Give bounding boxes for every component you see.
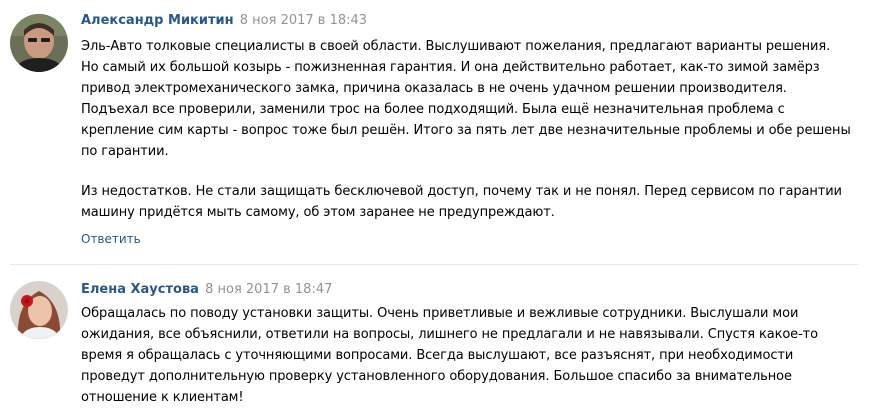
comment-header: Александр Микитин 8 ноя 2017 в 18:43	[81, 12, 367, 30]
comment-text: Обращалась по поводу установки защиты. О…	[81, 303, 861, 408]
comment-line: Обращалась по поводу установки защиты. О…	[81, 306, 799, 321]
author-name[interactable]: Елена Хаустова	[81, 282, 199, 297]
author-name[interactable]: Александр Микитин	[81, 13, 234, 28]
comment-line: машину придётся мыть самому, об этом зар…	[81, 205, 555, 220]
avatar[interactable]	[10, 281, 68, 339]
comment-line: проведут дополнительную проверку установ…	[81, 369, 792, 384]
comment-line: Эль-Авто толковые специалисты в своей об…	[81, 39, 831, 54]
comment-line: привод электромеханического замка, причи…	[81, 81, 787, 96]
reply-link[interactable]: Ответить	[81, 230, 141, 248]
divider	[10, 264, 859, 265]
comment-date[interactable]: 8 ноя 2017 в 18:47	[205, 282, 332, 297]
comment-line: отношение к клиентам!	[81, 390, 244, 405]
comment-line: Подъехал все проверили, заменили трос на…	[81, 102, 785, 117]
comment-line: крепление сим карты - вопрос тоже был ре…	[81, 123, 851, 138]
comment-line: ожидания, все объяснили, ответили на воп…	[81, 327, 818, 342]
avatar-photo	[10, 14, 68, 72]
comment-date[interactable]: 8 ноя 2017 в 18:43	[240, 13, 367, 28]
comment-line: время я обращалась с уточняющими вопроса…	[81, 348, 794, 363]
comment-line: Но самый их большой козырь - пожизненная…	[81, 60, 820, 75]
comment-line: Из недостатков. Не стали защищать бесклю…	[81, 184, 842, 199]
avatar-photo	[10, 281, 68, 339]
comment-line: по гарантии.	[81, 144, 169, 159]
comment-header: Елена Хаустова 8 ноя 2017 в 18:47	[81, 281, 332, 299]
avatar[interactable]	[10, 14, 68, 72]
comment-text: Эль-Авто толковые специалисты в своей об…	[81, 36, 861, 223]
